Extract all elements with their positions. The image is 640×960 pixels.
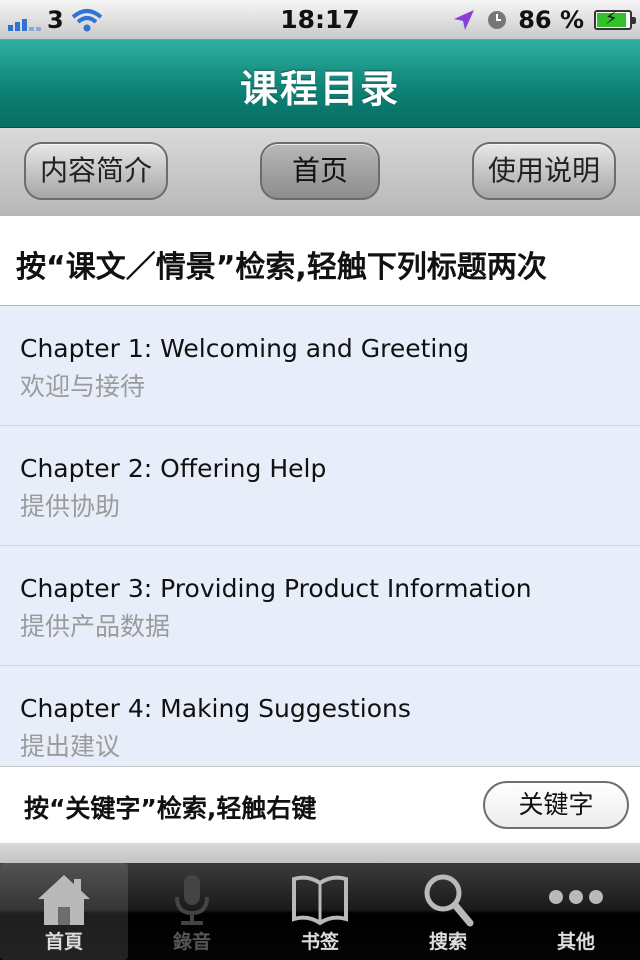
chapter-item-2[interactable]: Chapter 2: Offering Help 提供协助: [0, 426, 640, 546]
chapter-title: Chapter 1: Welcoming and Greeting: [20, 334, 470, 363]
instructions-button[interactable]: 使用说明: [472, 142, 616, 200]
keyword-button[interactable]: 关键字: [483, 781, 629, 829]
alarm-clock-icon: [488, 11, 507, 29]
microphone-icon: [175, 875, 209, 925]
chapter-subtitle: 提供协助: [20, 492, 121, 521]
status-bar: 3 18:17 86 % ⚡: [0, 0, 640, 40]
charging-bolt-icon: ⚡: [605, 8, 618, 29]
search-instruction: 按“课文／情景”检索,轻触下列标题两次: [0, 216, 640, 306]
navigation-bar: 课程目录: [0, 40, 640, 128]
tab-label: 首頁: [44, 931, 83, 953]
tab-more[interactable]: 其他: [512, 863, 640, 960]
chapter-subtitle: 提出建议: [20, 732, 121, 761]
home-button[interactable]: 首页: [260, 142, 380, 200]
tab-bookmarks[interactable]: 书签: [256, 863, 384, 960]
top-toolbar: 内容简介 首页 使用说明: [0, 128, 640, 216]
search-icon: [424, 874, 474, 927]
tab-search[interactable]: 搜索: [384, 863, 512, 960]
tab-bar: 首頁 錄音 书签 搜索 其他: [0, 863, 640, 960]
tab-label: 搜索: [428, 931, 467, 953]
more-icon: [549, 890, 603, 904]
chapter-subtitle: 提供产品数据: [20, 612, 171, 641]
book-icon: [292, 875, 348, 926]
chapter-title: Chapter 2: Offering Help: [20, 454, 327, 483]
chapter-item-1[interactable]: Chapter 1: Welcoming and Greeting 欢迎与接待: [0, 306, 640, 426]
battery-icon: ⚡: [594, 8, 636, 30]
chapter-title: Chapter 4: Making Suggestions: [20, 694, 411, 723]
tab-label: 其他: [556, 931, 595, 953]
tab-label: 錄音: [172, 931, 211, 953]
keyword-instruction: 按“关键字”检索,轻触右键: [24, 794, 317, 823]
keyword-search-bar: 按“关键字”检索,轻触右键 关键字: [0, 766, 640, 843]
tab-label: 书签: [300, 931, 339, 953]
content-intro-button[interactable]: 内容简介: [24, 142, 168, 200]
location-arrow-icon: [454, 10, 475, 30]
tab-home[interactable]: 首頁: [0, 863, 128, 960]
chapter-item-3[interactable]: Chapter 3: Providing Product Information…: [0, 546, 640, 666]
home-icon: [38, 875, 90, 925]
status-right-group: 86 % ⚡: [452, 6, 636, 34]
chapter-subtitle: 欢迎与接待: [20, 372, 146, 401]
chapter-list: Chapter 1: Welcoming and Greeting 欢迎与接待 …: [0, 306, 640, 766]
divider-strip: [0, 843, 640, 863]
chapter-item-4[interactable]: Chapter 4: Making Suggestions 提出建议: [0, 666, 640, 766]
chapter-title: Chapter 3: Providing Product Information: [20, 574, 532, 603]
battery-percent: 86 %: [518, 6, 584, 34]
tab-recording[interactable]: 錄音: [128, 863, 256, 960]
page-title: 课程目录: [239, 67, 400, 111]
